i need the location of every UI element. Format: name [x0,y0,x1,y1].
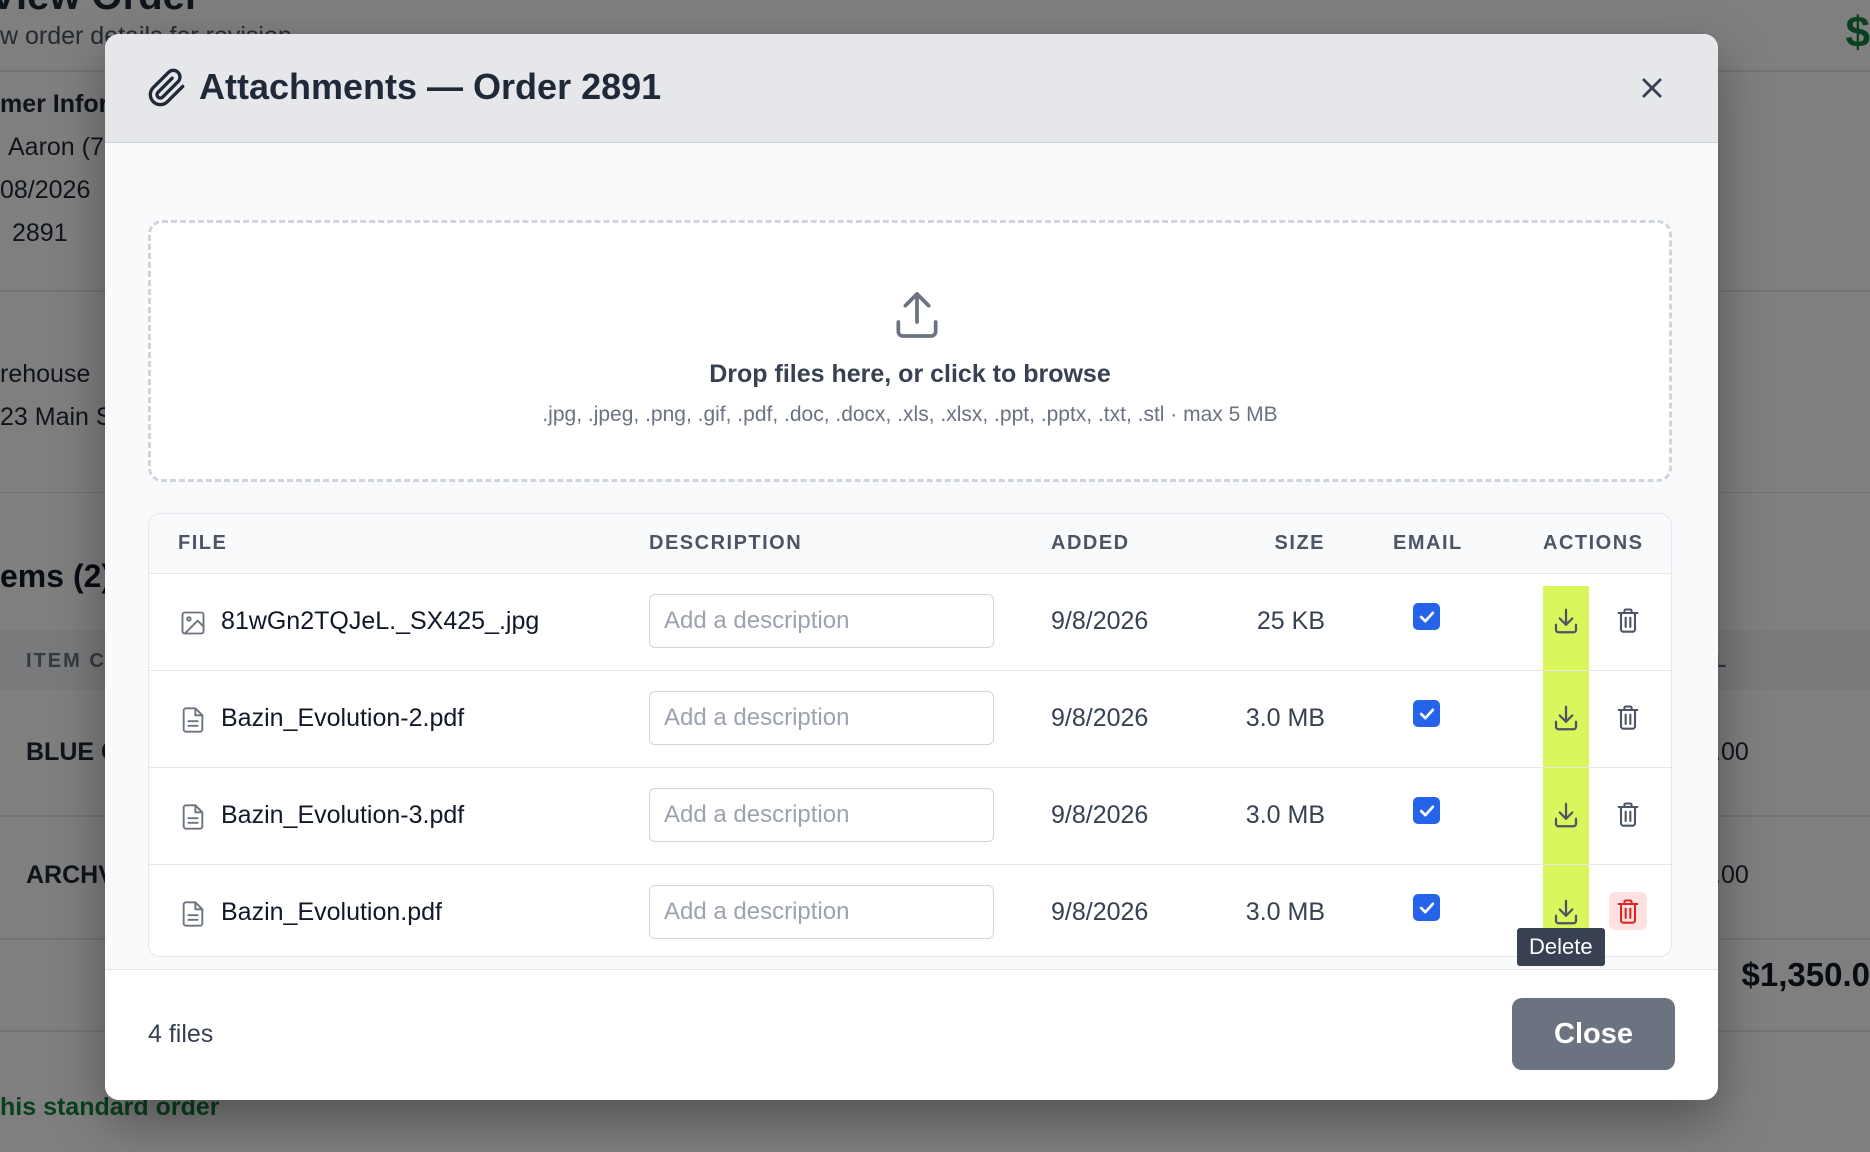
file-count: 4 files [148,1020,214,1048]
dropzone-instruction: Drop files here, or click to browse [709,360,1111,388]
table-row: Bazin_Evolution-2.pdf 9/8/2026 3.0 MB [149,671,1671,768]
attachments-modal: Attachments — Order 2891 Drop files here… [105,34,1718,1100]
file-name[interactable]: Bazin_Evolution-3.pdf [221,801,464,830]
added-date: 9/8/2026 [1051,704,1149,732]
delete-tooltip: Delete [1517,928,1605,966]
file-size: 3.0 MB [1245,704,1325,732]
email-checkbox[interactable] [1413,797,1440,824]
table-header: FILE DESCRIPTION ADDED SIZE EMAIL ACTION… [149,514,1671,574]
added-date: 9/8/2026 [1051,801,1149,829]
close-icon[interactable] [1634,70,1670,106]
modal-header: Attachments — Order 2891 [105,34,1718,143]
file-size: 3.0 MB [1245,898,1325,926]
file-name[interactable]: Bazin_Evolution.pdf [221,898,442,927]
added-date: 9/8/2026 [1051,607,1149,635]
description-input[interactable] [649,885,994,939]
trash-icon[interactable] [1609,601,1647,639]
upload-icon [889,287,945,343]
description-input[interactable] [649,788,994,842]
paperclip-icon [147,68,187,108]
download-icon[interactable] [1551,800,1581,830]
modal-footer: 4 files Close [105,969,1718,1100]
file-size: 25 KB [1256,607,1325,635]
document-file-icon [179,706,207,734]
col-header-description: DESCRIPTION [649,532,803,554]
description-input[interactable] [649,594,994,648]
download-icon[interactable] [1551,703,1581,733]
modal-body: Drop files here, or click to browse .jpg… [105,143,1718,1003]
attachments-table: FILE DESCRIPTION ADDED SIZE EMAIL ACTION… [148,513,1672,957]
email-checkbox[interactable] [1413,700,1440,727]
col-header-email: EMAIL [1393,532,1463,554]
table-row: Bazin_Evolution-3.pdf 9/8/2026 3.0 MB [149,768,1671,865]
table-row: Bazin_Evolution.pdf 9/8/2026 3.0 MB [149,865,1671,956]
col-header-file: FILE [178,532,228,554]
trash-icon[interactable] [1609,795,1647,833]
download-icon[interactable] [1551,897,1581,927]
file-name[interactable]: 81wGn2TQJeL._SX425_.jpg [221,607,539,636]
document-file-icon [179,803,207,831]
col-header-added: ADDED [1051,532,1130,554]
file-size: 3.0 MB [1245,801,1325,829]
col-header-actions: ACTIONS [1543,532,1644,554]
trash-icon[interactable] [1609,892,1647,930]
file-name[interactable]: Bazin_Evolution-2.pdf [221,704,464,733]
download-icon[interactable] [1551,606,1581,636]
dropzone-allowed-types: .jpg, .jpeg, .png, .gif, .pdf, .doc, .do… [542,403,1278,426]
col-header-size: SIZE [1274,532,1325,554]
email-checkbox[interactable] [1413,603,1440,630]
file-dropzone[interactable]: Drop files here, or click to browse .jpg… [148,220,1672,482]
document-file-icon [179,900,207,928]
description-input[interactable] [649,691,994,745]
close-button[interactable]: Close [1512,998,1675,1070]
added-date: 9/8/2026 [1051,898,1149,926]
image-file-icon [179,609,207,637]
table-row: 81wGn2TQJeL._SX425_.jpg 9/8/2026 25 KB [149,574,1671,671]
modal-title: Attachments — Order 2891 [199,66,662,107]
trash-icon[interactable] [1609,698,1647,736]
email-checkbox[interactable] [1413,894,1440,921]
